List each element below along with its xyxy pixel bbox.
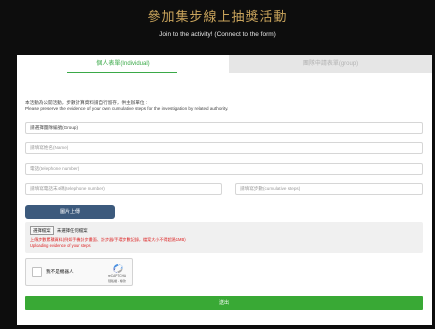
phone-last4-input[interactable]: 請填寫電話末4碼(telephone number) [25,183,222,195]
page-title: 參加集步線上抽獎活動 [147,10,288,25]
recaptcha-widget: 我不是機器人 reCAPTCHA 隱私權 - 條款 [25,258,133,286]
recaptcha-links[interactable]: 隱私權 - 條款 [102,279,132,283]
tab-group[interactable]: 團隊申請表單(group) [229,55,432,73]
recaptcha-logo-icon [113,264,123,273]
name-input[interactable]: 請填寫姓名(Name) [25,142,423,154]
group-select[interactable]: 請選擇團隊編號(Group) [25,122,423,134]
active-tab-underline [67,72,177,73]
form-tabs: 個人表單(Individual) 團隊申請表單(group) [17,55,432,73]
choose-file-button[interactable]: 選擇檔案 [30,226,54,235]
tab-individual-label: 個人表單(Individual) [96,61,150,67]
tab-group-label: 團隊申請表單(group) [302,61,359,67]
recaptcha-checkbox[interactable] [32,267,42,277]
upload-note: 上傳步數累積資料(例如手機計步畫面、計步器/手環步數記錄，檔案大小不得超過1MB… [30,237,186,248]
image-upload-button[interactable]: 圖片上傳 [25,205,115,219]
phone-input[interactable]: 電話(telephone number) [25,163,423,175]
notice-line-en: Please preserve the evidence of your own… [25,106,229,111]
recaptcha-brand: reCAPTCHA [107,274,127,278]
page-header: 參加集步線上抽獎活動 Join to the activity! (Connec… [0,0,435,50]
submit-button[interactable]: 送出 [25,296,423,310]
upload-note-en: Uploading evidence of your steps [30,242,91,248]
form-panel: 個人表單(Individual) 團隊申請表單(group) 本活動為公開活動，… [17,55,432,325]
upload-box: 選擇檔案 未選擇任何檔案 上傳步數累積資料(例如手機計步畫面、計步器/手環步數記… [25,222,423,253]
steps-input[interactable]: 請填寫步數(cumulative steps) [235,183,423,195]
page-subtitle: Join to the activity! (Connect to the fo… [159,31,276,38]
tab-individual[interactable]: 個人表單(Individual) [17,55,229,73]
file-row: 選擇檔案 未選擇任何檔案 [30,226,88,235]
file-status: 未選擇任何檔案 [56,228,88,233]
recaptcha-label: 我不是機器人 [46,269,74,274]
notice-text: 本活動為公開活動，步數計算資料請自行留存，供主辦單位 : Please pres… [25,100,425,112]
upload-note-zh: 上傳步數累積資料(例如手機計步畫面、計步器/手環步數記錄，檔案大小不得超過1MB… [30,237,186,242]
